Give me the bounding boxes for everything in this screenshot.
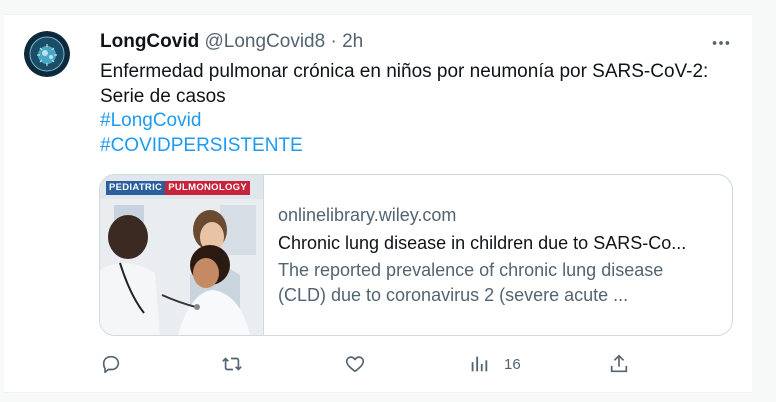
author-handle[interactable]: @LongCovid8 — [204, 31, 325, 52]
link-info: onlinelibrary.wiley.com Chronic lung dis… — [278, 203, 718, 308]
views-count: 16 — [504, 355, 521, 373]
journal-label: PEDIATRIC PULMONOLOGY — [106, 181, 250, 195]
tweet-text: Enfermedad pulmonar crónica en niños por… — [100, 60, 740, 158]
article-thumbnail-image-icon — [100, 175, 263, 335]
tweet-header: LongCovid @LongCovid8 · 2h — [100, 30, 363, 54]
share-button[interactable] — [608, 350, 630, 378]
retweet-button[interactable] — [221, 350, 243, 378]
hashtag-longcovid[interactable]: #LongCovid — [100, 109, 740, 134]
link-description: The reported prevalence of chronic lung … — [278, 260, 664, 305]
heart-icon — [345, 356, 365, 373]
journal-label-right: PULMONOLOGY — [165, 181, 250, 195]
more-dots-icon — [712, 41, 730, 45]
views-button[interactable]: 16 — [468, 350, 521, 378]
tweet-timestamp[interactable]: 2h — [342, 31, 363, 52]
retweet-icon — [222, 357, 242, 371]
link-thumbnail: PEDIATRIC PULMONOLOGY — [100, 175, 264, 335]
separator-dot: · — [330, 31, 337, 52]
link-title: Chronic lung disease in children due to … — [278, 233, 687, 253]
reply-icon — [102, 355, 120, 374]
views-chart-icon — [471, 356, 488, 372]
link-preview-card[interactable]: PEDIATRIC PULMONOLOGY onlinelibrary.wile… — [99, 174, 733, 336]
reply-button[interactable] — [100, 350, 122, 378]
tweet-text-line-1: Enfermedad pulmonar crónica en niños por… — [100, 61, 709, 82]
tweet-actions: 16 — [100, 350, 740, 380]
more-options-button[interactable] — [709, 31, 733, 55]
avatar-logo-icon — [24, 31, 70, 77]
tweet-text-line-2: Serie de casos — [100, 85, 226, 107]
like-button[interactable] — [344, 350, 366, 378]
author-name[interactable]: LongCovid — [100, 31, 199, 52]
hashtag-covidpersistente[interactable]: #COVIDPERSISTENTE — [100, 134, 740, 159]
link-domain: onlinelibrary.wiley.com — [278, 205, 457, 225]
avatar[interactable] — [24, 31, 70, 77]
journal-label-left: PEDIATRIC — [106, 181, 166, 195]
share-icon — [610, 354, 628, 373]
